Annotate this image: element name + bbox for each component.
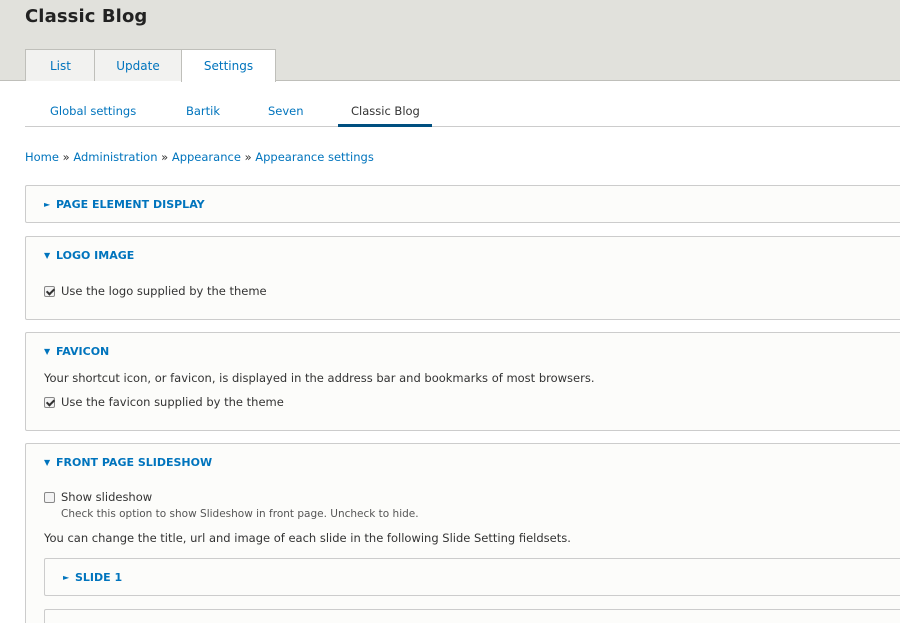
fieldset-favicon-toggle[interactable]: ▼ FAVICON bbox=[44, 345, 109, 358]
subtab-bartik[interactable]: Bartik bbox=[186, 104, 220, 118]
fieldset-logo-image: ▼ LOGO IMAGE Use the logo supplied by the… bbox=[25, 236, 900, 320]
breadcrumb-home[interactable]: Home bbox=[25, 150, 59, 164]
subtab-classic-blog[interactable]: Classic Blog bbox=[351, 104, 420, 118]
fieldset-slide-2 bbox=[44, 609, 900, 623]
breadcrumb-appearance[interactable]: Appearance bbox=[172, 150, 241, 164]
collapsed-triangle-icon: ► bbox=[63, 573, 70, 582]
fieldset-logo-image-toggle[interactable]: ▼ LOGO IMAGE bbox=[44, 249, 134, 262]
expanded-triangle-icon: ▼ bbox=[44, 347, 51, 356]
tab-update[interactable]: Update bbox=[94, 49, 181, 81]
fieldset-legend: FAVICON bbox=[56, 345, 110, 358]
fieldset-page-element-display: ► PAGE ELEMENT DISPLAY bbox=[25, 185, 900, 223]
tab-settings[interactable]: Settings bbox=[181, 49, 276, 82]
page-header: Classic Blog List Update Settings bbox=[0, 0, 900, 82]
fieldset-slide-1-toggle[interactable]: ► SLIDE 1 bbox=[63, 571, 122, 584]
subtab-seven[interactable]: Seven bbox=[268, 104, 304, 118]
checkbox-label[interactable]: Use the favicon supplied by the theme bbox=[61, 395, 284, 409]
expanded-triangle-icon: ▼ bbox=[44, 251, 51, 260]
breadcrumb-administration[interactable]: Administration bbox=[73, 150, 157, 164]
use-default-favicon-option: Use the favicon supplied by the theme bbox=[44, 395, 284, 409]
use-default-favicon-checkbox[interactable] bbox=[44, 396, 55, 408]
fieldset-legend: LOGO IMAGE bbox=[56, 249, 135, 262]
collapsed-triangle-icon: ► bbox=[44, 200, 51, 209]
fieldset-legend: PAGE ELEMENT DISPLAY bbox=[56, 198, 205, 211]
fieldset-front-page-slideshow-toggle[interactable]: ▼ FRONT PAGE SLIDESHOW bbox=[44, 456, 212, 469]
active-subtab-indicator bbox=[338, 124, 432, 127]
fieldset-legend: FRONT PAGE SLIDESHOW bbox=[56, 456, 213, 469]
breadcrumb: Home » Administration » Appearance » App… bbox=[25, 150, 374, 164]
breadcrumb-separator: » bbox=[161, 150, 169, 164]
subtab-global-settings[interactable]: Global settings bbox=[50, 104, 136, 118]
slideshow-help-text: You can change the title, url and image … bbox=[44, 531, 571, 545]
checkbox-label[interactable]: Show slideshow bbox=[61, 490, 152, 504]
fieldset-favicon: ▼ FAVICON Your shortcut icon, or favicon,… bbox=[25, 332, 900, 431]
fieldset-legend: SLIDE 1 bbox=[75, 571, 123, 584]
fieldset-slide-1: ► SLIDE 1 bbox=[44, 558, 900, 596]
page-title: Classic Blog bbox=[25, 6, 148, 27]
use-default-logo-option: Use the logo supplied by the theme bbox=[44, 284, 267, 298]
show-slideshow-description: Check this option to show Slideshow in f… bbox=[61, 508, 419, 520]
checkbox-label[interactable]: Use the logo supplied by the theme bbox=[61, 284, 267, 298]
secondary-tabs: Global settings Bartik Seven Classic Blo… bbox=[25, 96, 900, 127]
expanded-triangle-icon: ▼ bbox=[44, 458, 51, 467]
fieldset-page-element-display-toggle[interactable]: ► PAGE ELEMENT DISPLAY bbox=[44, 198, 205, 211]
show-slideshow-option: Show slideshow bbox=[44, 490, 152, 504]
use-default-logo-checkbox[interactable] bbox=[44, 285, 55, 297]
show-slideshow-checkbox[interactable] bbox=[44, 491, 55, 503]
fieldset-front-page-slideshow: ▼ FRONT PAGE SLIDESHOW Show slideshow Che… bbox=[25, 443, 900, 623]
breadcrumb-appearance-settings[interactable]: Appearance settings bbox=[255, 150, 374, 164]
breadcrumb-separator: » bbox=[244, 150, 252, 164]
tab-list[interactable]: List bbox=[25, 49, 95, 81]
breadcrumb-separator: » bbox=[62, 150, 70, 164]
favicon-description: Your shortcut icon, or favicon, is displ… bbox=[44, 371, 595, 385]
